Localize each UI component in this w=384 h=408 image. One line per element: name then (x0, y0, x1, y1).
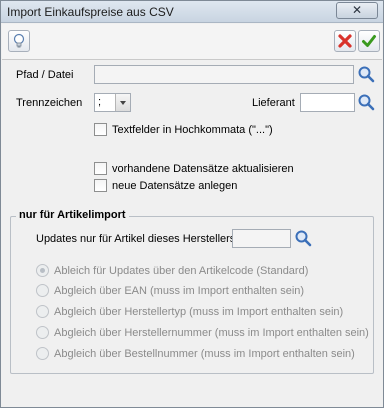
create-new-checkbox[interactable] (94, 179, 107, 192)
separator-label: Trennzeichen (16, 97, 83, 109)
window-title: Import Einkaufspreise aus CSV (7, 5, 174, 19)
quoted-fields-checkbox[interactable] (94, 123, 107, 136)
magnifier-icon (358, 94, 375, 111)
title-bar: Import Einkaufspreise aus CSV ✕ (1, 1, 383, 23)
radio-herstellernummer[interactable] (36, 326, 49, 339)
radio-bestellnummer[interactable] (36, 347, 49, 360)
manufacturer-field[interactable] (232, 229, 291, 248)
supplier-field[interactable] (300, 93, 355, 112)
update-existing-checkbox[interactable] (94, 162, 107, 175)
toolbar (2, 24, 382, 60)
radio-herstellertyp-label: Abgleich über Herstellertyp (muss im Imp… (54, 306, 344, 318)
separator-select[interactable]: ; (94, 93, 131, 112)
path-label: Pfad / Datei (16, 69, 74, 81)
manufacturer-label: Updates nur für Artikel dieses Herstelle… (36, 233, 236, 245)
path-field[interactable] (94, 65, 354, 84)
radio-bestellnummer-label: Abgleich über Bestellnummer (muss im Imp… (54, 348, 355, 360)
confirm-button[interactable] (358, 30, 380, 52)
quoted-fields-label: Textfelder in Hochkommata ("...") (112, 124, 273, 136)
radio-herstellernummer-label: Abgleich über Herstellernummer (muss im … (54, 327, 369, 339)
close-icon: ✕ (351, 3, 363, 17)
hint-button[interactable] (8, 30, 30, 52)
magnifier-icon (295, 230, 312, 247)
path-search-button[interactable] (357, 65, 376, 84)
update-existing-label: vorhandene Datensätze aktualisieren (112, 163, 294, 175)
close-button[interactable]: ✕ (336, 2, 378, 19)
cancel-button[interactable] (334, 30, 356, 52)
radio-ean[interactable] (36, 284, 49, 297)
green-check-icon (362, 35, 376, 47)
lightbulb-icon (13, 33, 25, 48)
article-import-group-title: nur für Artikelimport (16, 209, 129, 221)
red-x-icon (338, 34, 352, 48)
radio-herstellertyp[interactable] (36, 305, 49, 318)
manufacturer-search-button[interactable] (294, 229, 313, 248)
create-new-label: neue Datensätze anlegen (112, 180, 238, 192)
supplier-search-button[interactable] (357, 93, 376, 112)
magnifier-icon (358, 66, 375, 83)
supplier-label: Lieferant (252, 97, 295, 109)
radio-artikelcode-label: Ableich für Updates über den Artikelcode… (54, 265, 309, 277)
import-dialog: Import Einkaufspreise aus CSV ✕ Pfad / D… (0, 0, 384, 408)
radio-artikelcode[interactable] (36, 264, 49, 277)
radio-ean-label: Abgleich über EAN (muss im Import enthal… (54, 285, 305, 297)
chevron-down-icon[interactable] (115, 94, 130, 111)
separator-value: ; (98, 96, 102, 108)
